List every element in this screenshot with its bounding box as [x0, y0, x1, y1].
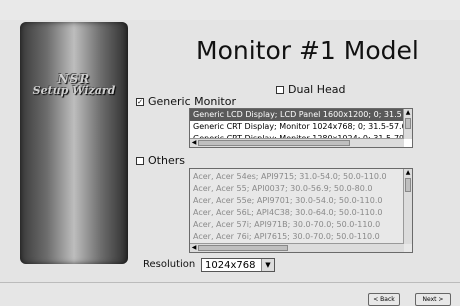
generic-monitor-list[interactable]: Generic LCD Display; LCD Panel 1600x1200… — [189, 108, 413, 148]
list-item[interactable]: Acer, Acer 57i; API971B; 30.0-70.0; 50.0… — [190, 219, 412, 231]
top-band — [0, 0, 460, 20]
vertical-scrollbar[interactable]: ▲ — [403, 169, 412, 244]
next-button[interactable]: Next > — [415, 293, 451, 306]
list-item[interactable]: Acer, Acer 54es; API9715; 31.0-54.0; 50.… — [190, 171, 412, 183]
scroll-left-icon[interactable]: ◀ — [190, 244, 198, 252]
generic-monitor-label: Generic Monitor — [148, 95, 236, 108]
checkbox-box-checked[interactable]: ✓ — [136, 97, 144, 106]
checkbox-box[interactable] — [136, 156, 144, 165]
wizard-sidebar: NSR Setup Wizard — [20, 22, 128, 264]
list-item[interactable]: Acer, Acer 55e; API9701; 30.0-54.0; 50.0… — [190, 195, 412, 207]
vertical-scrollbar[interactable]: ▲ — [403, 109, 412, 139]
scroll-thumb[interactable] — [198, 245, 288, 251]
scroll-up-icon[interactable]: ▲ — [404, 169, 412, 177]
scroll-thumb[interactable] — [405, 118, 411, 129]
checkbox-box[interactable] — [276, 85, 284, 94]
chevron-down-icon[interactable]: ▼ — [261, 259, 274, 271]
brand-setup-wizard: Setup Wizard — [32, 84, 116, 97]
list-item-selected[interactable]: Generic LCD Display; LCD Panel 1600x1200… — [190, 109, 412, 121]
back-button[interactable]: < Back — [368, 293, 400, 306]
horizontal-scrollbar[interactable]: ◀ — [190, 138, 404, 147]
others-label: Others — [148, 154, 185, 167]
scroll-thumb[interactable] — [405, 178, 411, 192]
scroll-left-icon[interactable]: ◀ — [190, 139, 198, 147]
others-checkbox[interactable]: Others — [136, 154, 185, 167]
page-title: Monitor #1 Model — [196, 36, 419, 65]
list-item[interactable]: Acer, Acer 56L; API4C38; 30.0-64.0; 50.0… — [190, 207, 412, 219]
dual-head-checkbox[interactable]: Dual Head — [276, 83, 346, 96]
others-monitor-list[interactable]: Acer, Acer 54es; API9715; 31.0-54.0; 50.… — [189, 168, 413, 253]
horizontal-scrollbar[interactable]: ◀ — [190, 243, 404, 252]
list-item[interactable]: Acer, Acer 76i; API7615; 30.0-70.0; 50.0… — [190, 231, 412, 243]
dual-head-label: Dual Head — [288, 83, 346, 96]
resolution-select[interactable]: 1024x768 ▼ — [201, 258, 275, 272]
resolution-value: 1024x768 — [205, 260, 256, 271]
resolution-label: Resolution — [143, 259, 196, 270]
scroll-up-icon[interactable]: ▲ — [404, 109, 412, 117]
list-item[interactable]: Generic CRT Display; Monitor 1024x768; 0… — [190, 121, 412, 133]
list-item[interactable]: Acer, Acer 55; API0037; 30.0-56.9; 50.0-… — [190, 183, 412, 195]
scroll-thumb[interactable] — [198, 140, 350, 146]
generic-monitor-checkbox[interactable]: ✓ Generic Monitor — [136, 95, 236, 108]
